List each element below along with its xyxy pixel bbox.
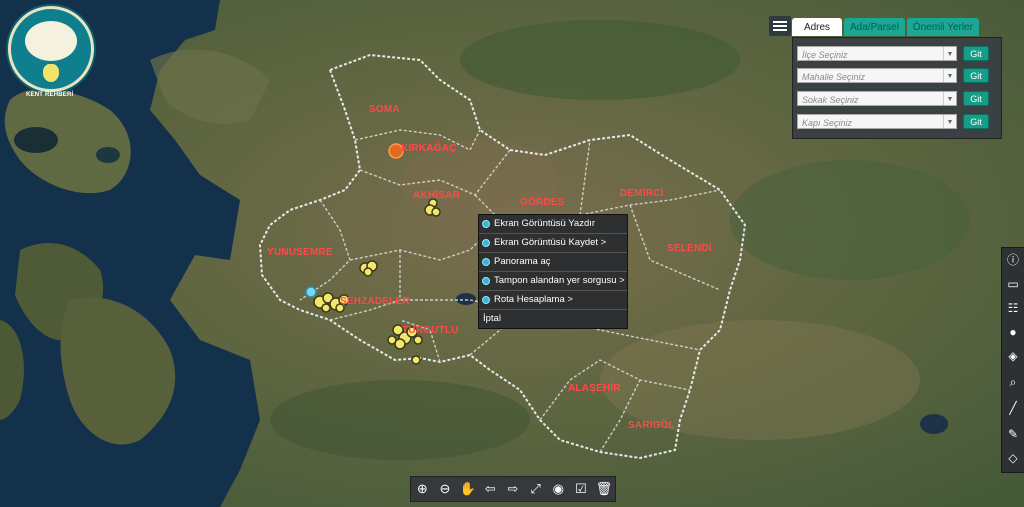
mahalle-row: Mahalle Seçiniz ▼ Git — [797, 68, 995, 84]
kapi-row: Kapı Seçiniz ▼ Git — [797, 114, 995, 130]
layers-icon[interactable]: ◈ — [1005, 348, 1021, 364]
bottom-toolbar: ⊕ ⊖ ✋ ⇦ ⇨ ⤢ ◉ ☑ 🗑 — [410, 476, 616, 502]
bullet-icon — [482, 296, 490, 304]
bullet-icon — [482, 239, 490, 247]
chevron-down-icon: ▼ — [943, 115, 956, 128]
district-label: YUNUSEMRE — [267, 247, 333, 258]
address-search-panel: İlçe Seçiniz ▼ Git Mahalle Seçiniz ▼ Git S… — [792, 37, 1002, 139]
district-label: ALAŞEHİR — [568, 383, 621, 394]
select-icon[interactable]: ☑ — [573, 481, 589, 497]
chevron-down-icon: ▼ — [943, 47, 956, 60]
full-extent-icon[interactable]: ⤢ — [528, 481, 544, 497]
ilce-row: İlçe Seçiniz ▼ Git — [797, 46, 995, 62]
menu-item-save-screenshot[interactable]: Ekran Görüntüsü Kaydet > — [479, 234, 627, 253]
menu-item-panorama[interactable]: Panorama aç — [479, 253, 627, 272]
grape-icon — [43, 64, 59, 82]
trash-icon[interactable]: 🗑 — [596, 481, 613, 497]
location-pin-icon[interactable]: ● — [1005, 324, 1021, 340]
menu-item-print-screenshot[interactable]: Ekran Görüntüsü Yazdır — [479, 215, 627, 234]
menu-item-cancel[interactable]: İptal — [479, 310, 627, 328]
kapi-select[interactable]: Kapı Seçiniz ▼ — [797, 114, 957, 129]
draw-icon[interactable]: ✎ — [1005, 426, 1021, 442]
bullet-icon — [482, 220, 490, 228]
district-label: AKHİSAR — [413, 190, 460, 201]
cyan-marker — [305, 286, 317, 298]
map-icon[interactable]: ▭ — [1005, 276, 1021, 292]
district-label: SELENDİ — [667, 243, 712, 254]
kapi-go-button[interactable]: Git — [963, 114, 989, 129]
right-toolbar: ⓘ ▭ ☷ ● ◈ ⌕ ╱ ✎ ◇ — [1001, 247, 1024, 473]
back-icon[interactable]: ⇦ — [482, 481, 498, 497]
mahalle-select[interactable]: Mahalle Seçiniz ▼ — [797, 68, 957, 83]
info-icon[interactable]: ⓘ — [1005, 252, 1021, 268]
basemap-icon[interactable]: ◇ — [1005, 450, 1021, 466]
ilce-select[interactable]: İlçe Seçiniz ▼ — [797, 46, 957, 61]
mahalle-go-button[interactable]: Git — [963, 68, 989, 83]
district-label: SARIGÖL — [628, 420, 675, 431]
map-context-menu: Ekran Görüntüsü Yazdır Ekran Görüntüsü K… — [478, 214, 628, 329]
sokak-go-button[interactable]: Git — [963, 91, 989, 106]
district-label: DEMİRCİ — [620, 188, 664, 199]
logo-caption: KENT REHBERİ — [26, 92, 74, 98]
zoom-in-icon[interactable]: ⊕ — [414, 481, 430, 497]
menu-item-route[interactable]: Rota Hesaplama > — [479, 291, 627, 310]
tab-adres[interactable]: Adres — [792, 18, 842, 36]
sokak-row: Sokak Seçiniz ▼ Git — [797, 91, 995, 107]
chevron-down-icon: ▼ — [943, 69, 956, 82]
ilce-go-button[interactable]: Git — [963, 46, 989, 61]
bullet-icon — [482, 277, 490, 285]
sokak-select[interactable]: Sokak Seçiniz ▼ — [797, 91, 957, 106]
search-icon[interactable]: ⌕ — [1005, 374, 1021, 390]
district-label: SOMA — [369, 104, 400, 115]
tab-onemli-yerler[interactable]: Önemli Yerler — [906, 18, 979, 36]
district-label: GÖRDES — [520, 197, 565, 208]
street-view-icon[interactable]: ◉ — [550, 481, 566, 497]
hamburger-menu-icon[interactable] — [769, 16, 791, 36]
chevron-down-icon: ▼ — [943, 92, 956, 105]
menu-item-buffer-query[interactable]: Tampon alandan yer sorgusu > — [479, 272, 627, 291]
search-tabs: Adres Ada/Parsel Önemli Yerler — [792, 18, 981, 36]
logo-emblem — [25, 21, 77, 61]
tab-ada-parsel[interactable]: Ada/Parsel — [844, 18, 905, 36]
district-label: TURGUTLU — [402, 325, 459, 336]
pan-hand-icon[interactable]: ✋ — [460, 481, 476, 497]
bullet-icon — [482, 258, 490, 266]
municipality-logo — [8, 6, 94, 92]
district-label: KIRKAĞAÇ — [401, 143, 457, 154]
legend-icon[interactable]: ☷ — [1005, 300, 1021, 316]
district-label: ŞEHZADELER — [340, 296, 410, 307]
measure-icon[interactable]: ╱ — [1005, 400, 1021, 416]
forward-icon[interactable]: ⇨ — [505, 481, 521, 497]
zoom-out-icon[interactable]: ⊖ — [437, 481, 453, 497]
